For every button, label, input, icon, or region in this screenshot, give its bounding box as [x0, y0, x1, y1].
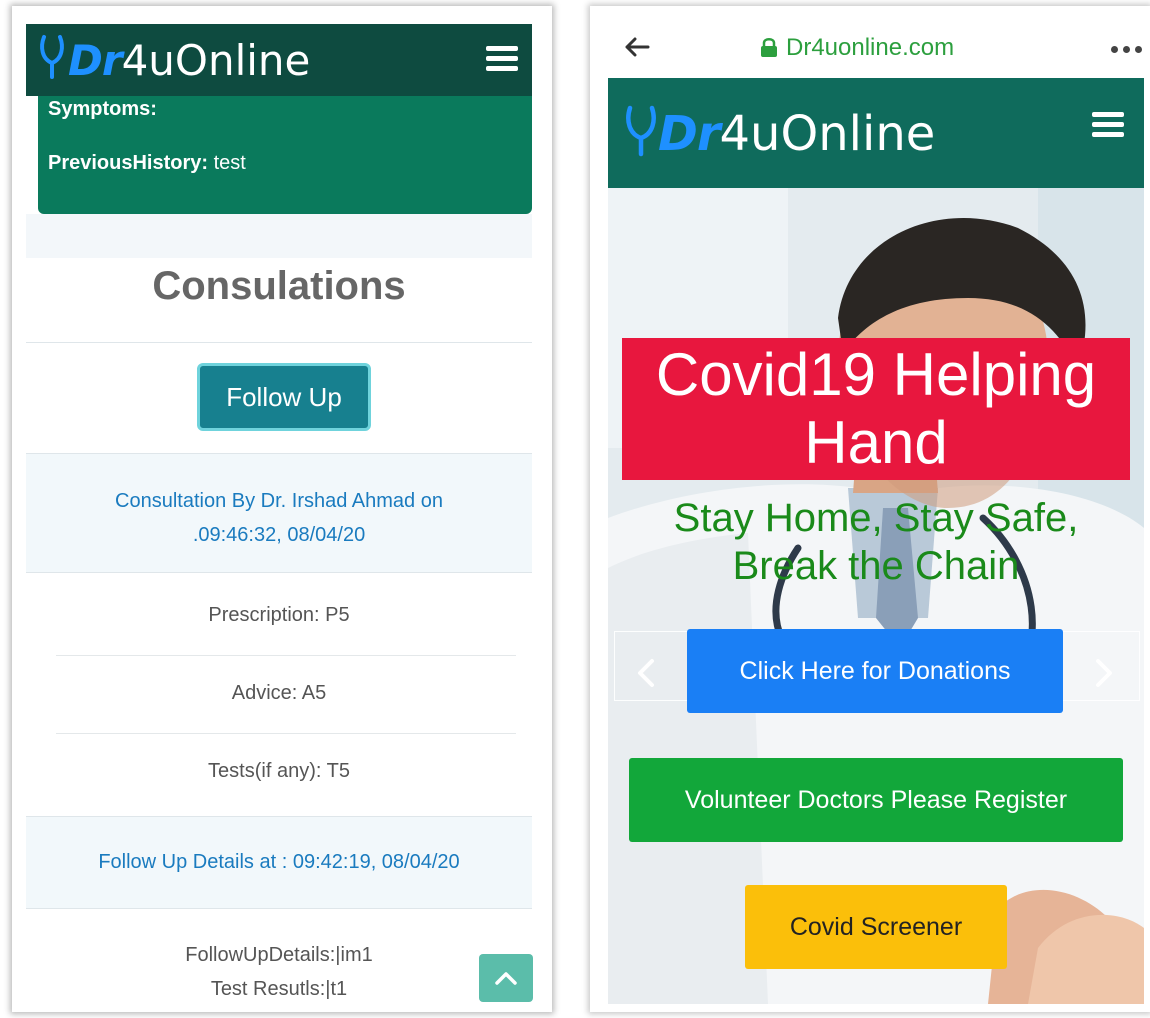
covid-screener-button[interactable]: Covid Screener — [745, 885, 1007, 969]
app-header: Dr 4uOnline — [608, 78, 1144, 188]
right-phone-screen: Dr4uonline.com Dr 4uOnline Covid19 Helpi… — [590, 6, 1150, 1012]
prescription-text: Prescription: P5 — [208, 604, 350, 626]
hamburger-icon[interactable] — [1092, 112, 1124, 142]
chevron-left-icon[interactable] — [636, 658, 656, 688]
previous-history-value: test — [208, 152, 246, 174]
section-title: Consulations — [152, 264, 406, 308]
slogan-line1: Stay Home, Stay Safe, — [673, 496, 1079, 540]
covid-banner: Covid19 Helping Hand — [622, 338, 1130, 480]
banner-line1: Covid19 Helping — [655, 341, 1097, 408]
brand-logo[interactable]: Dr 4uOnline — [38, 30, 310, 90]
logo-dr-text: Dr — [68, 35, 123, 85]
scroll-to-top-button[interactable] — [479, 954, 533, 1002]
divider — [56, 655, 516, 656]
followup-details-text: FollowUpDetails:|im1 — [185, 944, 373, 966]
banner-line2: Hand — [804, 409, 948, 476]
symptoms-label: Symptoms: — [48, 98, 157, 120]
chevron-up-icon — [495, 972, 517, 985]
divider — [56, 733, 516, 734]
left-phone-screen: Dr 4uOnline Symptoms: PreviousHistory: te… — [12, 6, 552, 1012]
logo-rest-text: 4uOnline — [719, 106, 936, 162]
hero-section: Covid19 Helping Hand Stay Home, Stay Saf… — [608, 188, 1144, 1004]
logo-rest-text: 4uOnline — [121, 35, 311, 85]
previous-history-row: PreviousHistory: test — [48, 152, 246, 175]
consultation-header-line2: .09:46:32, 08/04/20 — [192, 524, 366, 546]
browser-address-bar: Dr4uonline.com — [608, 20, 1142, 78]
follow-up-button[interactable]: Follow Up — [197, 363, 371, 431]
followup-header: Follow Up Details at : 09:42:19, 08/04/2… — [26, 816, 532, 909]
app-header: Dr 4uOnline — [26, 24, 532, 96]
patient-info-card: Symptoms: PreviousHistory: test — [38, 96, 532, 214]
chevron-right-icon[interactable] — [1094, 658, 1114, 688]
stethoscope-icon — [40, 35, 64, 79]
volunteer-register-button[interactable]: Volunteer Doctors Please Register — [629, 758, 1123, 842]
slogan-line2: Break the Chain — [732, 544, 1020, 588]
url-text[interactable]: Dr4uonline.com — [786, 34, 954, 62]
hamburger-icon[interactable] — [486, 46, 518, 76]
advice-text: Advice: A5 — [231, 682, 327, 704]
doctor-photo — [608, 188, 1144, 1004]
followup-header-text: Follow Up Details at : 09:42:19, 08/04/2… — [98, 851, 460, 873]
back-arrow-icon[interactable] — [624, 36, 650, 58]
divider — [26, 342, 532, 343]
tests-text: Tests(if any): T5 — [208, 760, 350, 782]
previous-history-label: PreviousHistory: — [48, 152, 209, 174]
section-spacer — [26, 214, 532, 258]
donations-button[interactable]: Click Here for Donations — [687, 629, 1063, 713]
more-dots-icon[interactable] — [1111, 46, 1142, 53]
logo-dr-text: Dr — [658, 106, 721, 162]
brand-logo[interactable]: Dr 4uOnline — [624, 94, 935, 174]
consultation-header: Consultation By Dr. Irshad Ahmad on .09:… — [26, 453, 532, 573]
followup-details-block: FollowUpDetails:|im1 Test Resutls:|t1 — [26, 938, 532, 1006]
test-results-text: Test Resutls:|t1 — [210, 978, 348, 1000]
stethoscope-icon — [626, 105, 656, 157]
slogan: Stay Home, Stay Safe, Break the Chain — [608, 494, 1144, 590]
lock-icon — [761, 38, 777, 57]
consultation-header-line1: Consultation By Dr. Irshad Ahmad on — [115, 490, 443, 512]
